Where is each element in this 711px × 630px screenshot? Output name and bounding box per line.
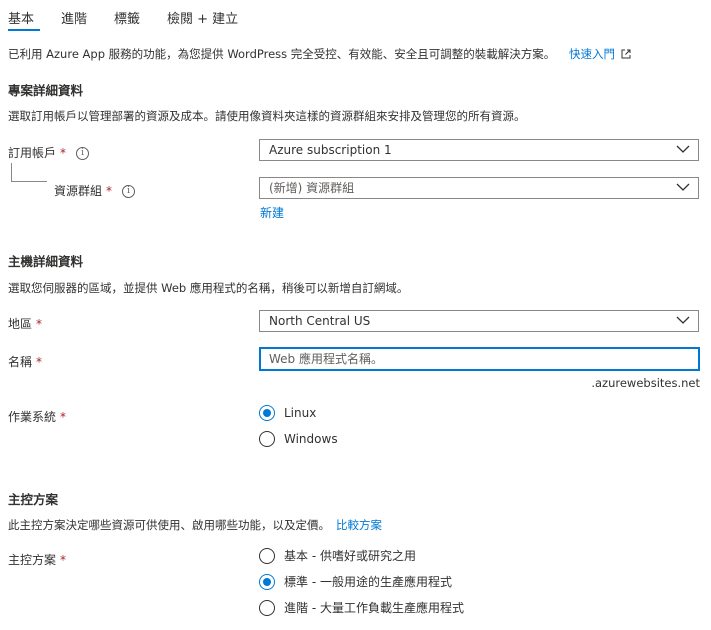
- chevron-down-icon: [676, 145, 690, 153]
- active-tab-indicator: [8, 29, 40, 31]
- region-label: 地區 *: [8, 315, 42, 332]
- tree-connector-vertical: [11, 163, 12, 181]
- resource-group-label-text: 資源群組: [54, 184, 103, 198]
- resource-group-label: 資源群組 * i: [54, 182, 136, 199]
- project-details-title: 專案詳細資料: [8, 83, 84, 98]
- os-option-windows-label: Windows: [284, 432, 338, 446]
- tab-tags[interactable]: 標籤: [114, 8, 140, 27]
- hosting-plan-title: 主控方案: [8, 492, 59, 507]
- required-mark: *: [60, 146, 67, 160]
- plan-option-standard[interactable]: 標準 - 一般用途的生產應用程式: [259, 573, 452, 590]
- radio-button[interactable]: [259, 431, 275, 447]
- hosting-plan-label: 主控方案 *: [8, 551, 66, 568]
- plan-option-basic-label: 基本 - 供嗜好或研究之用: [284, 549, 416, 563]
- radio-button[interactable]: [259, 547, 275, 564]
- region-label-text: 地區: [8, 317, 33, 331]
- region-dropdown[interactable]: North Central US: [259, 310, 699, 332]
- plan-option-standard-label: 標準 - 一般用途的生產應用程式: [284, 575, 452, 589]
- required-mark: *: [36, 317, 43, 331]
- tab-review-create[interactable]: 檢閱 + 建立: [167, 8, 238, 27]
- subscription-label-text: 訂用帳戶: [8, 146, 57, 160]
- tab-advanced[interactable]: 進階: [61, 8, 87, 27]
- os-label-text: 作業系統: [8, 410, 57, 424]
- create-new-resource-group-link[interactable]: 新建: [260, 204, 284, 221]
- hosting-plan-label-text: 主控方案: [8, 553, 57, 567]
- os-option-linux[interactable]: Linux: [259, 405, 316, 421]
- os-option-linux-label: Linux: [284, 406, 317, 420]
- web-app-name-field[interactable]: [259, 347, 700, 371]
- resource-group-dropdown[interactable]: (新增) 資源群組: [259, 177, 699, 199]
- required-mark: *: [106, 184, 113, 198]
- tab-basics[interactable]: 基本: [8, 8, 34, 27]
- info-icon[interactable]: i: [76, 147, 90, 160]
- plan-option-premium-label: 進階 - 大量工作負載生產應用程式: [284, 601, 464, 615]
- intro-description: 已利用 Azure App 服務的功能，為您提供 WordPress 完全受控、…: [8, 47, 556, 61]
- radio-button-selected[interactable]: [259, 573, 275, 590]
- radio-button-selected[interactable]: [259, 405, 275, 421]
- domain-suffix: .azurewebsites.net: [591, 376, 700, 390]
- name-label-text: 名稱: [8, 355, 33, 369]
- project-details-desc: 選取訂用帳戶以管理部署的資源及成本。請使用像資料夾這樣的資源群組來安排及管理您的…: [8, 109, 526, 123]
- resource-group-value: (新增) 資源群組: [269, 181, 355, 195]
- required-mark: *: [60, 410, 67, 424]
- required-mark: *: [36, 355, 43, 369]
- intro-text: 已利用 Azure App 服務的功能，為您提供 WordPress 完全受控、…: [8, 46, 631, 62]
- quickstart-link-label: 快速入門: [568, 47, 615, 61]
- info-icon[interactable]: i: [122, 185, 136, 198]
- name-label: 名稱 *: [8, 353, 42, 370]
- os-option-windows[interactable]: Windows: [259, 431, 338, 447]
- host-details-title: 主機詳細資料: [8, 254, 84, 269]
- plan-option-premium[interactable]: 進階 - 大量工作負載生產應用程式: [259, 599, 464, 616]
- radio-button[interactable]: [259, 599, 275, 616]
- host-details-desc: 選取您伺服器的區域，並提供 Web 應用程式的名稱，稍後可以新增自訂網域。: [8, 281, 409, 295]
- subscription-value: Azure subscription 1: [269, 143, 392, 157]
- subscription-dropdown[interactable]: Azure subscription 1: [259, 139, 699, 161]
- subscription-label: 訂用帳戶 * i: [8, 144, 90, 161]
- plan-option-basic[interactable]: 基本 - 供嗜好或研究之用: [259, 547, 416, 564]
- chevron-down-icon: [676, 183, 690, 191]
- quickstart-link[interactable]: 快速入門: [569, 47, 631, 61]
- os-label: 作業系統 *: [8, 408, 66, 425]
- compare-plans-link[interactable]: 比較方案: [336, 518, 382, 532]
- hosting-plan-description: 此主控方案決定哪些資源可供使用、啟用哪些功能，以及定價。: [8, 518, 330, 532]
- chevron-down-icon: [676, 316, 690, 324]
- web-app-name-input[interactable]: [261, 349, 698, 369]
- tree-connector-horizontal: [11, 181, 47, 182]
- hosting-plan-desc: 此主控方案決定哪些資源可供使用、啟用哪些功能，以及定價。 比較方案: [8, 517, 382, 533]
- region-value: North Central US: [269, 314, 371, 328]
- external-link-icon: [621, 49, 631, 59]
- required-mark: *: [60, 553, 67, 567]
